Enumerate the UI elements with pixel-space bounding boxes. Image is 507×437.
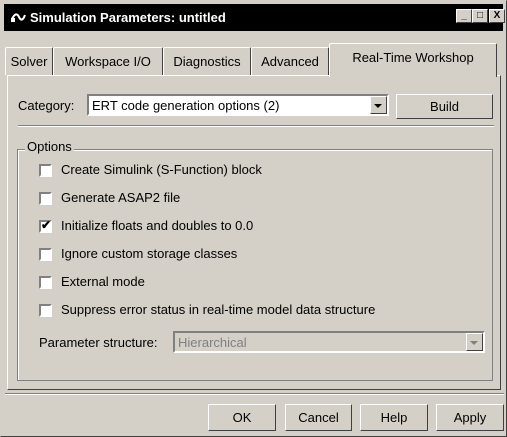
category-dropdown[interactable]: ERT code generation options (2) bbox=[87, 94, 389, 116]
generate-asap2-checkbox[interactable] bbox=[39, 192, 52, 205]
dialog-window: Simulation Parameters: untitled _ □ X So… bbox=[0, 0, 507, 437]
minimize-button[interactable]: _ bbox=[456, 9, 472, 23]
initialize-floats-label: Initialize floats and doubles to 0.0 bbox=[61, 218, 254, 233]
tab-workspace-io[interactable]: Workspace I/O bbox=[53, 47, 163, 75]
initialize-floats-checkbox[interactable]: ✔ bbox=[39, 218, 52, 233]
suppress-error-status-label: Suppress error status in real-time model… bbox=[61, 302, 376, 317]
dropdown-arrow-icon[interactable] bbox=[466, 333, 483, 351]
window-title: Simulation Parameters: untitled bbox=[30, 10, 226, 25]
separator bbox=[18, 125, 494, 127]
parameter-structure-label: Parameter structure: bbox=[39, 335, 158, 350]
tab-diagnostics[interactable]: Diagnostics bbox=[163, 47, 251, 75]
create-simulink-block-checkbox[interactable] bbox=[39, 164, 52, 177]
ok-button[interactable]: OK bbox=[208, 404, 276, 431]
ignore-custom-storage-checkbox[interactable] bbox=[39, 248, 52, 261]
external-mode-checkbox[interactable] bbox=[39, 276, 52, 289]
close-button[interactable]: X bbox=[489, 9, 505, 23]
title-bar[interactable]: Simulation Parameters: untitled _ □ X bbox=[4, 4, 505, 31]
parameter-structure-value: Hierarchical bbox=[178, 335, 247, 350]
external-mode-label: External mode bbox=[61, 274, 145, 289]
dropdown-arrow-icon[interactable] bbox=[370, 96, 387, 114]
tab-solver[interactable]: Solver bbox=[5, 47, 53, 75]
generate-asap2-label: Generate ASAP2 file bbox=[61, 190, 181, 205]
category-value: ERT code generation options (2) bbox=[92, 98, 280, 113]
parameter-structure-dropdown[interactable]: Hierarchical bbox=[173, 331, 485, 353]
options-group-label: Options bbox=[25, 139, 74, 154]
simulink-icon bbox=[11, 13, 26, 22]
ignore-custom-storage-label: Ignore custom storage classes bbox=[61, 246, 238, 261]
checkmark-icon: ✔ bbox=[41, 218, 52, 232]
help-button[interactable]: Help bbox=[360, 404, 428, 431]
maximize-button[interactable]: □ bbox=[472, 9, 488, 23]
create-simulink-block-label: Create Simulink (S-Function) block bbox=[61, 162, 262, 177]
build-button[interactable]: Build bbox=[396, 94, 493, 119]
category-label: Category: bbox=[18, 98, 75, 113]
suppress-error-status-checkbox[interactable] bbox=[39, 304, 52, 317]
tab-advanced[interactable]: Advanced bbox=[251, 47, 329, 75]
tab-real-time-workshop[interactable]: Real-Time Workshop bbox=[329, 43, 497, 77]
footer-separator bbox=[5, 393, 504, 395]
cancel-button[interactable]: Cancel bbox=[285, 404, 352, 431]
apply-button[interactable]: Apply bbox=[436, 404, 504, 431]
